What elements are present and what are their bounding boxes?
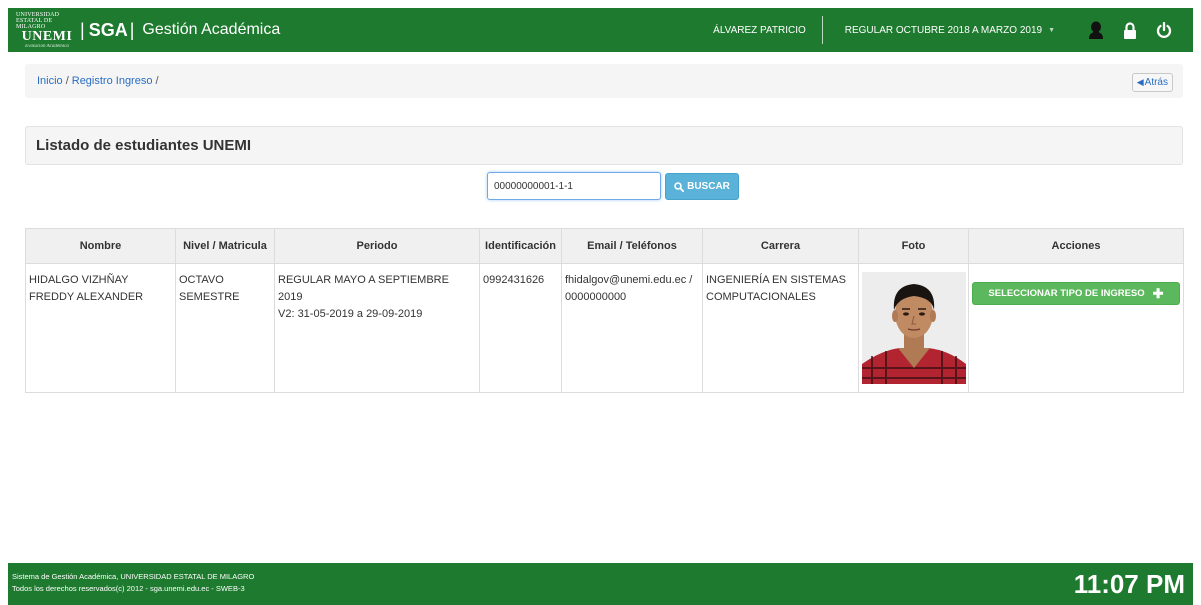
lock-icon[interactable] — [1115, 8, 1145, 52]
user-name[interactable]: ÁLVAREZ PATRICIO — [697, 16, 823, 44]
footer-clock: 11:07 PM — [1073, 569, 1185, 599]
telefono-text: 0000000000 — [565, 291, 627, 303]
caret-down-icon: ▼ — [1048, 26, 1055, 34]
user-icon[interactable] — [1081, 8, 1111, 52]
header-email: Email / Teléfonos — [561, 228, 703, 264]
top-navbar: UNIVERSIDAD ESTATAL DE MILAGRO UNEMI Evo… — [8, 8, 1193, 52]
header-nivel: Nivel / Matricula — [175, 228, 275, 264]
select-ingreso-button[interactable]: SELECCIONAR TIPO DE INGRESO ✚ — [972, 282, 1180, 305]
header-acciones: Acciones — [968, 228, 1184, 264]
power-icon[interactable] — [1149, 8, 1179, 52]
page-title: Listado de estudiantes UNEMI — [36, 137, 252, 154]
search-input[interactable] — [487, 172, 661, 200]
table-header-row: Nombre Nivel / Matricula Periodo Identif… — [25, 228, 1184, 264]
student-photo — [862, 272, 966, 384]
navbar-right: ÁLVAREZ PATRICIO REGULAR OCTUBRE 2018 A … — [697, 8, 1193, 52]
table-row: HIDALGO VIZHÑAY FREDDY ALEXANDER OCTAVO … — [25, 263, 1184, 393]
cell-periodo: REGULAR MAYO A SEPTIEMBRE 2019 V2: 31-05… — [274, 263, 480, 393]
period-label: REGULAR OCTUBRE 2018 A MARZO 2019 — [844, 24, 1043, 36]
students-table: Nombre Nivel / Matricula Periodo Identif… — [25, 228, 1184, 393]
select-ingreso-label: SELECCIONAR TIPO DE INGRESO — [988, 288, 1145, 299]
breadcrumb-separator-2: / — [155, 75, 159, 87]
breadcrumb-inicio[interactable]: Inicio — [37, 75, 63, 87]
breadcrumb-registro-ingreso[interactable]: Registro Ingreso — [72, 75, 153, 87]
arrow-left-icon: ◀ — [1136, 77, 1144, 87]
footer: Sistema de Gestión Académica, UNIVERSIDA… — [8, 563, 1193, 605]
header-nombre: Nombre — [25, 228, 176, 264]
cell-email: fhidalgov@unemi.edu.ec / 0000000000 — [561, 263, 703, 393]
header-periodo: Periodo — [274, 228, 480, 264]
cell-foto — [858, 263, 969, 393]
logo-line3: Evolución Académica — [25, 43, 69, 49]
cell-nombre: HIDALGO VIZHÑAY FREDDY ALEXANDER — [25, 263, 176, 393]
periodo-line1: REGULAR MAYO A SEPTIEMBRE 2019 — [278, 274, 449, 303]
app-subtitle: Gestión Académica — [142, 21, 281, 38]
period-selector[interactable]: REGULAR OCTUBRE 2018 A MARZO 2019 ▼ — [823, 25, 1077, 36]
search-icon — [674, 181, 685, 192]
cell-identificacion: 0992431626 — [479, 263, 562, 393]
search-button[interactable]: BUSCAR — [665, 173, 739, 200]
brand-separator: | — [80, 19, 85, 40]
cell-nivel: OCTAVO SEMESTRE — [175, 263, 275, 393]
unemi-logo: UNIVERSIDAD ESTATAL DE MILAGRO UNEMI Evo… — [16, 11, 78, 49]
back-button[interactable]: ◀ Atrás — [1131, 73, 1173, 92]
header-carrera: Carrera — [702, 228, 859, 264]
breadcrumb: Inicio / Registro Ingreso / ◀ Atrás — [25, 64, 1183, 98]
breadcrumb-separator: / — [65, 75, 69, 87]
header-foto: Foto — [858, 228, 969, 264]
logo-line1: UNIVERSIDAD ESTATAL DE MILAGRO — [16, 11, 60, 30]
search-button-label: BUSCAR — [687, 181, 730, 192]
app-name: SGA — [88, 19, 128, 40]
logo-line2: UNEMI — [21, 28, 73, 44]
cell-acciones: SELECCIONAR TIPO DE INGRESO ✚ — [968, 263, 1184, 393]
brand[interactable]: UNIVERSIDAD ESTATAL DE MILAGRO UNEMI Evo… — [8, 8, 280, 52]
plus-icon: ✚ — [1152, 286, 1164, 301]
header-identificacion: Identificación — [479, 228, 562, 264]
title-panel: Listado de estudiantes UNEMI — [25, 126, 1183, 165]
footer-line1: Sistema de Gestión Académica, UNIVERSIDA… — [12, 572, 255, 581]
back-label: Atrás — [1144, 77, 1168, 88]
email-text: fhidalgov@unemi.edu.ec / — [565, 274, 693, 286]
brand-separator-2: | — [129, 19, 135, 40]
periodo-line2: V2: 31-05-2019 a 29-09-2019 — [278, 308, 423, 320]
cell-carrera: INGENIERÍA EN SISTEMAS COMPUTACIONALES — [702, 263, 859, 393]
footer-line2: Todos los derechos reservados(c) 2012 - … — [12, 584, 245, 593]
